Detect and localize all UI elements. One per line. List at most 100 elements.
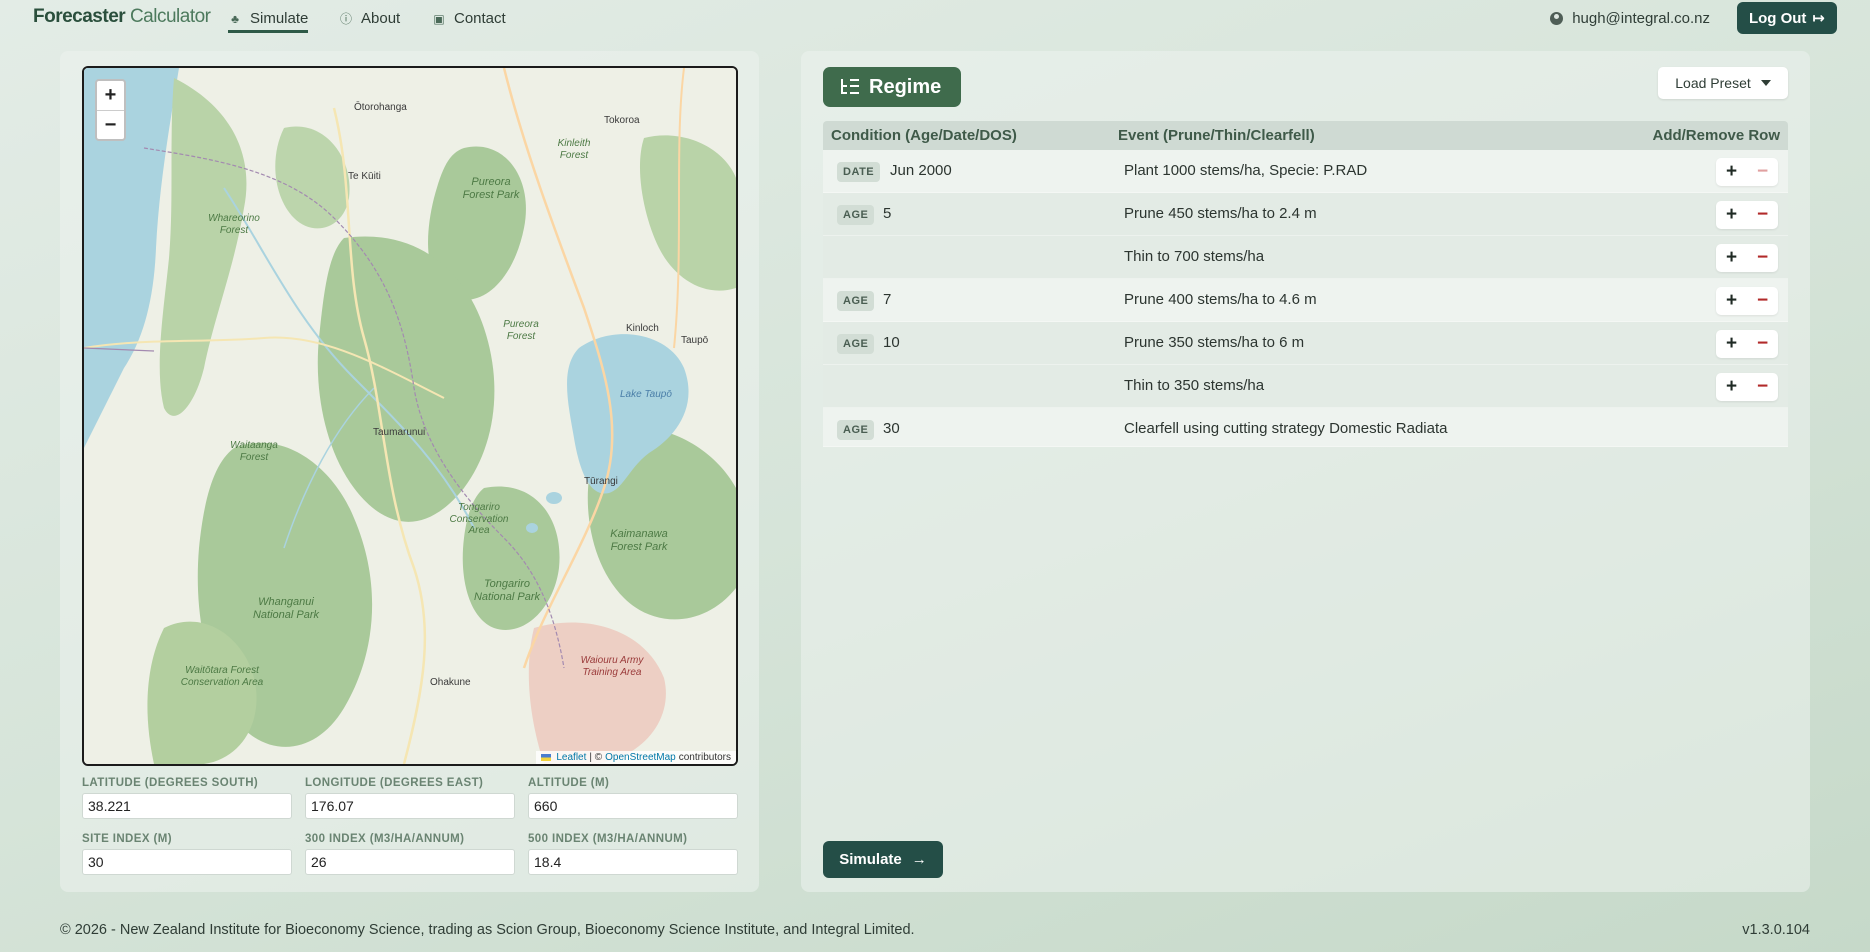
map-label-te-kuiti: Te Kūiti [348, 171, 381, 182]
map-label-whareorino: Whareorino Forest [208, 213, 260, 236]
nav-link-about[interactable]: ⓘ About [339, 10, 400, 27]
condition-value[interactable]: 5 [883, 205, 891, 222]
event-text[interactable]: Prune 450 stems/ha to 2.4 m [1124, 205, 1317, 222]
table-row: Thin to 350 stems/ha + − [823, 365, 1788, 408]
footer-version: v1.3.0.104 [1742, 922, 1810, 938]
map-label-waiouru: Waiouru Army Training Area [580, 655, 644, 678]
brand-accent: Calculator [129, 6, 211, 27]
map-label-tongariro-conservation: Tongariro Conservation Area [449, 502, 509, 536]
nav-link-contact-label: Contact [454, 10, 506, 27]
event-text[interactable]: Prune 400 stems/ha to 4.6 m [1124, 291, 1317, 308]
condition-value[interactable]: Jun 2000 [890, 162, 952, 179]
table-row: DATE Jun 2000 Plant 1000 stems/ha, Speci… [823, 150, 1788, 193]
attribution-suffix: contributors [678, 752, 731, 763]
info-icon: ⓘ [339, 12, 352, 26]
map-label-waitotara: Waitōtara Forest Conservation Area [180, 665, 264, 688]
event-text[interactable]: Prune 350 stems/ha to 6 m [1124, 334, 1304, 351]
nav-link-about-label: About [361, 10, 401, 27]
footer-copyright: © 2026 - New Zealand Institute for Bioec… [60, 922, 915, 938]
simulate-label: Simulate [839, 851, 902, 868]
index-300-input[interactable]: 26 [305, 849, 515, 875]
map-label-tokoroa: Tokoroa [604, 115, 640, 126]
remove-row-button[interactable]: − [1747, 244, 1778, 272]
map-label-kaimanawa: Kaimanawa Forest Park [610, 528, 668, 553]
event-text[interactable]: Thin to 700 stems/ha [1124, 248, 1264, 265]
attribution-separator: | © [589, 752, 603, 763]
caret-down-icon [1760, 80, 1771, 86]
remove-row-button[interactable]: − [1747, 373, 1778, 401]
map-label-ohakune: Ohakune [430, 677, 471, 688]
map-label-otorohanga: Ōtorohanga [354, 102, 407, 113]
add-row-button[interactable]: + [1716, 373, 1747, 401]
logout-button[interactable]: Log Out ↦ [1736, 2, 1837, 34]
zoom-in-button[interactable]: + [97, 81, 124, 110]
row-actions: + − [1716, 287, 1778, 315]
site-index-field: Site Index (m) 30 [82, 833, 292, 875]
user-account: hugh@integral.co.nz [1550, 10, 1710, 27]
leaflet-link[interactable]: Leaflet [556, 752, 586, 763]
nav-link-simulate[interactable]: ♣ Simulate [228, 10, 309, 33]
regime-tab[interactable]: Regime [823, 67, 961, 107]
nav-link-simulate-label: Simulate [250, 10, 309, 27]
condition-badge: AGE [837, 334, 875, 354]
osm-link[interactable]: OpenStreetMap [605, 752, 676, 763]
nav-link-contact[interactable]: ▣ Contact [432, 10, 506, 27]
index-300-field: 300 Index (m3/ha/annum) 26 [305, 833, 515, 875]
remove-row-button[interactable]: − [1747, 158, 1778, 186]
index-500-input[interactable]: 18.4 [528, 849, 738, 875]
tree-icon: ♣ [231, 11, 239, 26]
condition-badge: AGE [837, 420, 875, 440]
zoom-out-button[interactable]: − [97, 110, 124, 139]
add-row-button[interactable]: + [1716, 287, 1747, 315]
event-text[interactable]: Clearfell using cutting strategy Domesti… [1124, 420, 1447, 437]
event-text[interactable]: Thin to 350 stems/ha [1124, 377, 1264, 394]
regime-panel: Regime Load Preset Condition (Age/Date/D… [801, 51, 1810, 892]
remove-row-button[interactable]: − [1747, 330, 1778, 358]
index-300-label: 300 Index (m3/ha/annum) [305, 833, 465, 845]
event-text[interactable]: Plant 1000 stems/ha, Specie: P.RAD [1124, 162, 1367, 179]
condition-value[interactable]: 7 [883, 291, 891, 308]
user-email-text: hugh@integral.co.nz [1572, 10, 1710, 27]
latitude-input[interactable]: 38.221 [82, 793, 292, 819]
row-actions: + − [1716, 244, 1778, 272]
load-preset-label: Load Preset [1675, 75, 1751, 91]
row-actions: + − [1716, 373, 1778, 401]
longitude-label: Longitude (degrees east) [305, 777, 484, 789]
remove-row-button[interactable]: − [1747, 287, 1778, 315]
remove-row-button[interactable]: − [1747, 201, 1778, 229]
condition-badge: DATE [837, 162, 881, 182]
latitude-label: Latitude (degrees south) [82, 777, 259, 789]
site-index-input[interactable]: 30 [82, 849, 292, 875]
logout-icon: ↦ [1812, 10, 1825, 27]
map-label-kinloch: Kinloch [626, 323, 659, 334]
user-icon [1550, 12, 1564, 25]
condition-value[interactable]: 10 [883, 334, 900, 351]
table-row: AGE 10 Prune 350 stems/ha to 6 m + − [823, 322, 1788, 365]
map-label-turangi: Tūrangi [584, 476, 618, 487]
add-row-button[interactable]: + [1716, 158, 1747, 186]
load-preset-dropdown[interactable]: Load Preset [1658, 67, 1788, 99]
location-panel: Ōtorohanga Tokoroa Kinleith Forest Te Kū… [60, 51, 759, 892]
regime-table-header: Condition (Age/Date/DOS) Event (Prune/Th… [823, 121, 1788, 150]
add-row-button[interactable]: + [1716, 244, 1747, 272]
table-row: AGE 5 Prune 450 stems/ha to 2.4 m + − [823, 193, 1788, 236]
logout-label: Log Out [1748, 9, 1807, 27]
map-view[interactable]: Ōtorohanga Tokoroa Kinleith Forest Te Kū… [82, 66, 738, 766]
index-500-field: 500 Index (m3/ha/annum) 18.4 [528, 833, 738, 875]
table-row: Thin to 700 stems/ha + − [823, 236, 1788, 279]
app-logo[interactable]: Forecaster Calculator [33, 6, 211, 28]
top-navigation: Forecaster Calculator ♣ Simulate ⓘ About… [0, 0, 1870, 40]
condition-value[interactable]: 30 [883, 420, 900, 437]
ukraine-flag-icon [541, 754, 552, 761]
map-label-taumarunui: Taumarunui [373, 427, 426, 438]
map-label-lake-taupo: Lake Taupō [620, 389, 672, 400]
add-row-button[interactable]: + [1716, 201, 1747, 229]
contact-card-icon: ▣ [433, 11, 445, 26]
altitude-field: Altitude (m) 660 [528, 777, 738, 819]
simulate-button[interactable]: Simulate → [823, 841, 943, 878]
column-header-event: Event (Prune/Thin/Clearfell) [1118, 127, 1315, 144]
row-actions: + − [1716, 201, 1778, 229]
altitude-input[interactable]: 660 [528, 793, 738, 819]
add-row-button[interactable]: + [1716, 330, 1747, 358]
longitude-input[interactable]: 176.07 [305, 793, 515, 819]
